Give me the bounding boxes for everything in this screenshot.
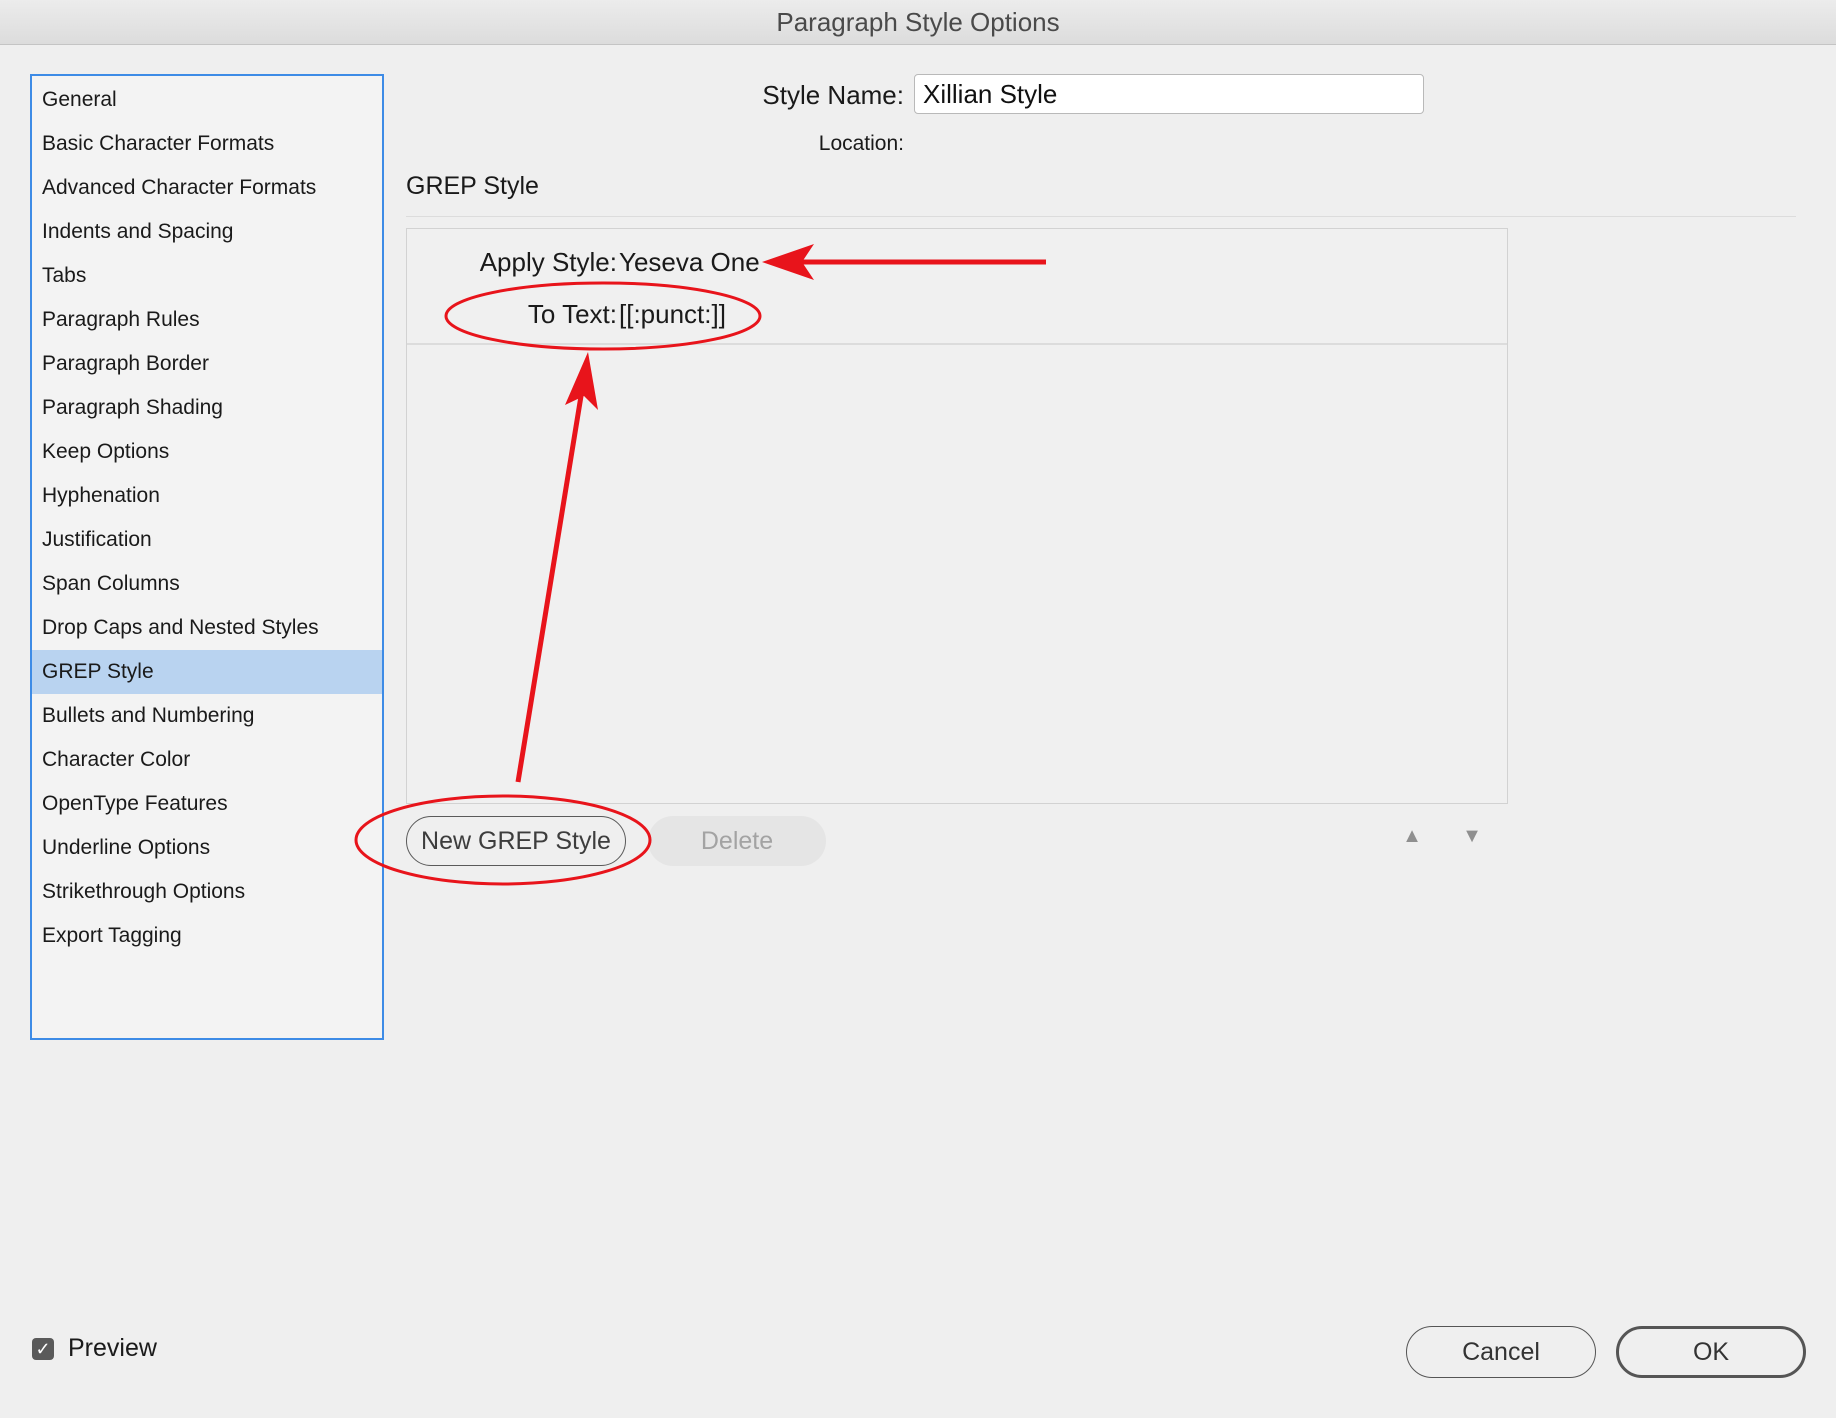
sidebar-item-strikethrough-options[interactable]: Strikethrough Options [32, 870, 382, 914]
category-list[interactable]: General Basic Character Formats Advanced… [30, 74, 384, 1040]
preview-label: Preview [68, 1334, 157, 1362]
to-text-value[interactable]: [[:punct:]] [619, 299, 726, 330]
ok-button[interactable]: OK [1616, 1326, 1806, 1378]
sidebar-item-character-color[interactable]: Character Color [32, 738, 382, 782]
section-divider [406, 216, 1796, 217]
sidebar-item-span-columns[interactable]: Span Columns [32, 562, 382, 606]
sidebar-item-hyphenation[interactable]: Hyphenation [32, 474, 382, 518]
sidebar-item-export-tagging[interactable]: Export Tagging [32, 914, 382, 958]
sidebar-item-opentype-features[interactable]: OpenType Features [32, 782, 382, 826]
sidebar-item-paragraph-shading[interactable]: Paragraph Shading [32, 386, 382, 430]
to-text-label: To Text: [527, 299, 617, 329]
apply-style-label: Apply Style: [479, 247, 617, 277]
apply-style-value[interactable]: Yeseva One [619, 247, 760, 278]
grep-style-list[interactable]: Apply Style: Yeseva One To Text: [[:punc… [406, 228, 1508, 804]
sidebar-item-grep-style[interactable]: GREP Style [32, 650, 382, 694]
sidebar-item-indents-and-spacing[interactable]: Indents and Spacing [32, 210, 382, 254]
sidebar-item-justification[interactable]: Justification [32, 518, 382, 562]
preview-checkbox[interactable]: ✓ [32, 1337, 54, 1360]
delete-button[interactable]: Delete [648, 816, 826, 866]
window-title-bar: Paragraph Style Options [0, 0, 1836, 45]
location-label: Location: [818, 132, 904, 155]
style-name-label: Style Name: [762, 80, 904, 110]
style-name-input[interactable] [914, 74, 1424, 114]
sidebar-item-paragraph-border[interactable]: Paragraph Border [32, 342, 382, 386]
sidebar-item-keep-options[interactable]: Keep Options [32, 430, 382, 474]
new-grep-style-button[interactable]: New GREP Style [406, 816, 626, 866]
move-down-icon[interactable]: ▼ [1458, 822, 1486, 850]
sidebar-item-drop-caps-and-nested-styles[interactable]: Drop Caps and Nested Styles [32, 606, 382, 650]
section-title: GREP Style [406, 172, 539, 200]
sidebar-item-paragraph-rules[interactable]: Paragraph Rules [32, 298, 382, 342]
sidebar-item-tabs[interactable]: Tabs [32, 254, 382, 298]
cancel-button[interactable]: Cancel [1406, 1326, 1596, 1378]
grep-style-entry[interactable]: Apply Style: Yeseva One To Text: [[:punc… [407, 229, 1507, 345]
sidebar-item-underline-options[interactable]: Underline Options [32, 826, 382, 870]
sidebar-item-bullets-and-numbering[interactable]: Bullets and Numbering [32, 694, 382, 738]
window-title: Paragraph Style Options [776, 6, 1060, 37]
preview-toggle[interactable]: ✓ Preview [32, 1334, 157, 1363]
sidebar-item-basic-character-formats[interactable]: Basic Character Formats [32, 122, 382, 166]
move-up-icon[interactable]: ▲ [1398, 822, 1426, 850]
sidebar-item-advanced-character-formats[interactable]: Advanced Character Formats [32, 166, 382, 210]
sidebar-item-general[interactable]: General [32, 78, 382, 122]
